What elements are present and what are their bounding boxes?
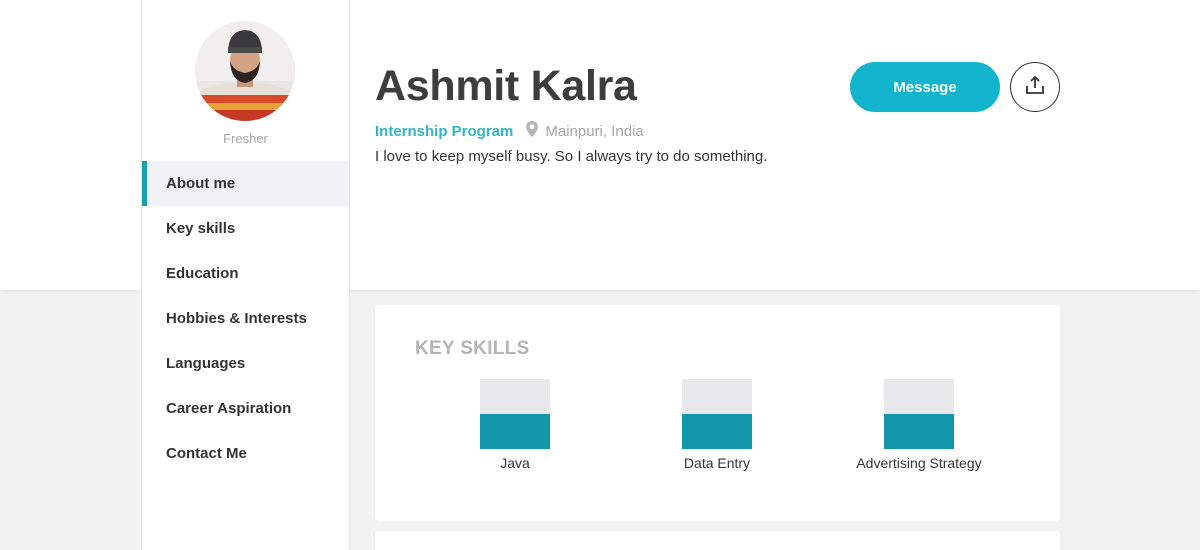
sidebar-nav: About me Key skills Education Hobbies & … [142, 161, 349, 476]
skill-label: Data Entry [683, 455, 751, 471]
location-label: Mainpuri, India [545, 122, 644, 140]
skill-level-bar [884, 379, 954, 449]
share-button[interactable] [1010, 62, 1060, 112]
skill-item: Advertising Strategy [819, 379, 1019, 471]
share-upload-icon [1025, 75, 1045, 100]
skill-item: Data Entry [617, 379, 817, 471]
sidebar-item-languages[interactable]: Languages [142, 341, 349, 386]
sidebar-item-education[interactable]: Education [142, 251, 349, 296]
key-skills-card: KEY SKILLS Java Data Entry Advertising S… [375, 305, 1060, 521]
message-button[interactable]: Message [850, 62, 1000, 112]
profile-page: Fresher About me Key skills Education Ho… [0, 0, 1200, 550]
avatar [195, 21, 295, 121]
skill-label: Advertising Strategy [856, 455, 982, 471]
sidebar-item-hobbies-interests[interactable]: Hobbies & Interests [142, 296, 349, 341]
program-label: Internship Program [375, 122, 514, 140]
skill-item: Java [415, 379, 615, 471]
location-pin-icon [526, 121, 539, 141]
role-label: Fresher [223, 131, 268, 146]
skill-level-fill [682, 414, 752, 449]
next-section-card [375, 531, 1060, 550]
sidebar-item-about-me[interactable]: About me [142, 161, 349, 206]
skill-level-fill [884, 414, 954, 449]
skill-level-fill [480, 414, 550, 449]
skill-level-bar [480, 379, 550, 449]
key-skills-title: KEY SKILLS [415, 338, 530, 359]
profile-bio: I love to keep myself busy. So I always … [375, 148, 768, 165]
skill-level-bar [682, 379, 752, 449]
profile-meta: Internship Program Mainpuri, India [375, 121, 644, 141]
skill-label: Java [500, 455, 530, 471]
sidebar: Fresher About me Key skills Education Ho… [141, 0, 350, 550]
sidebar-item-contact-me[interactable]: Contact Me [142, 431, 349, 476]
sidebar-item-key-skills[interactable]: Key skills [142, 206, 349, 251]
sidebar-item-career-aspiration[interactable]: Career Aspiration [142, 386, 349, 431]
profile-name: Ashmit Kalra [375, 62, 637, 110]
